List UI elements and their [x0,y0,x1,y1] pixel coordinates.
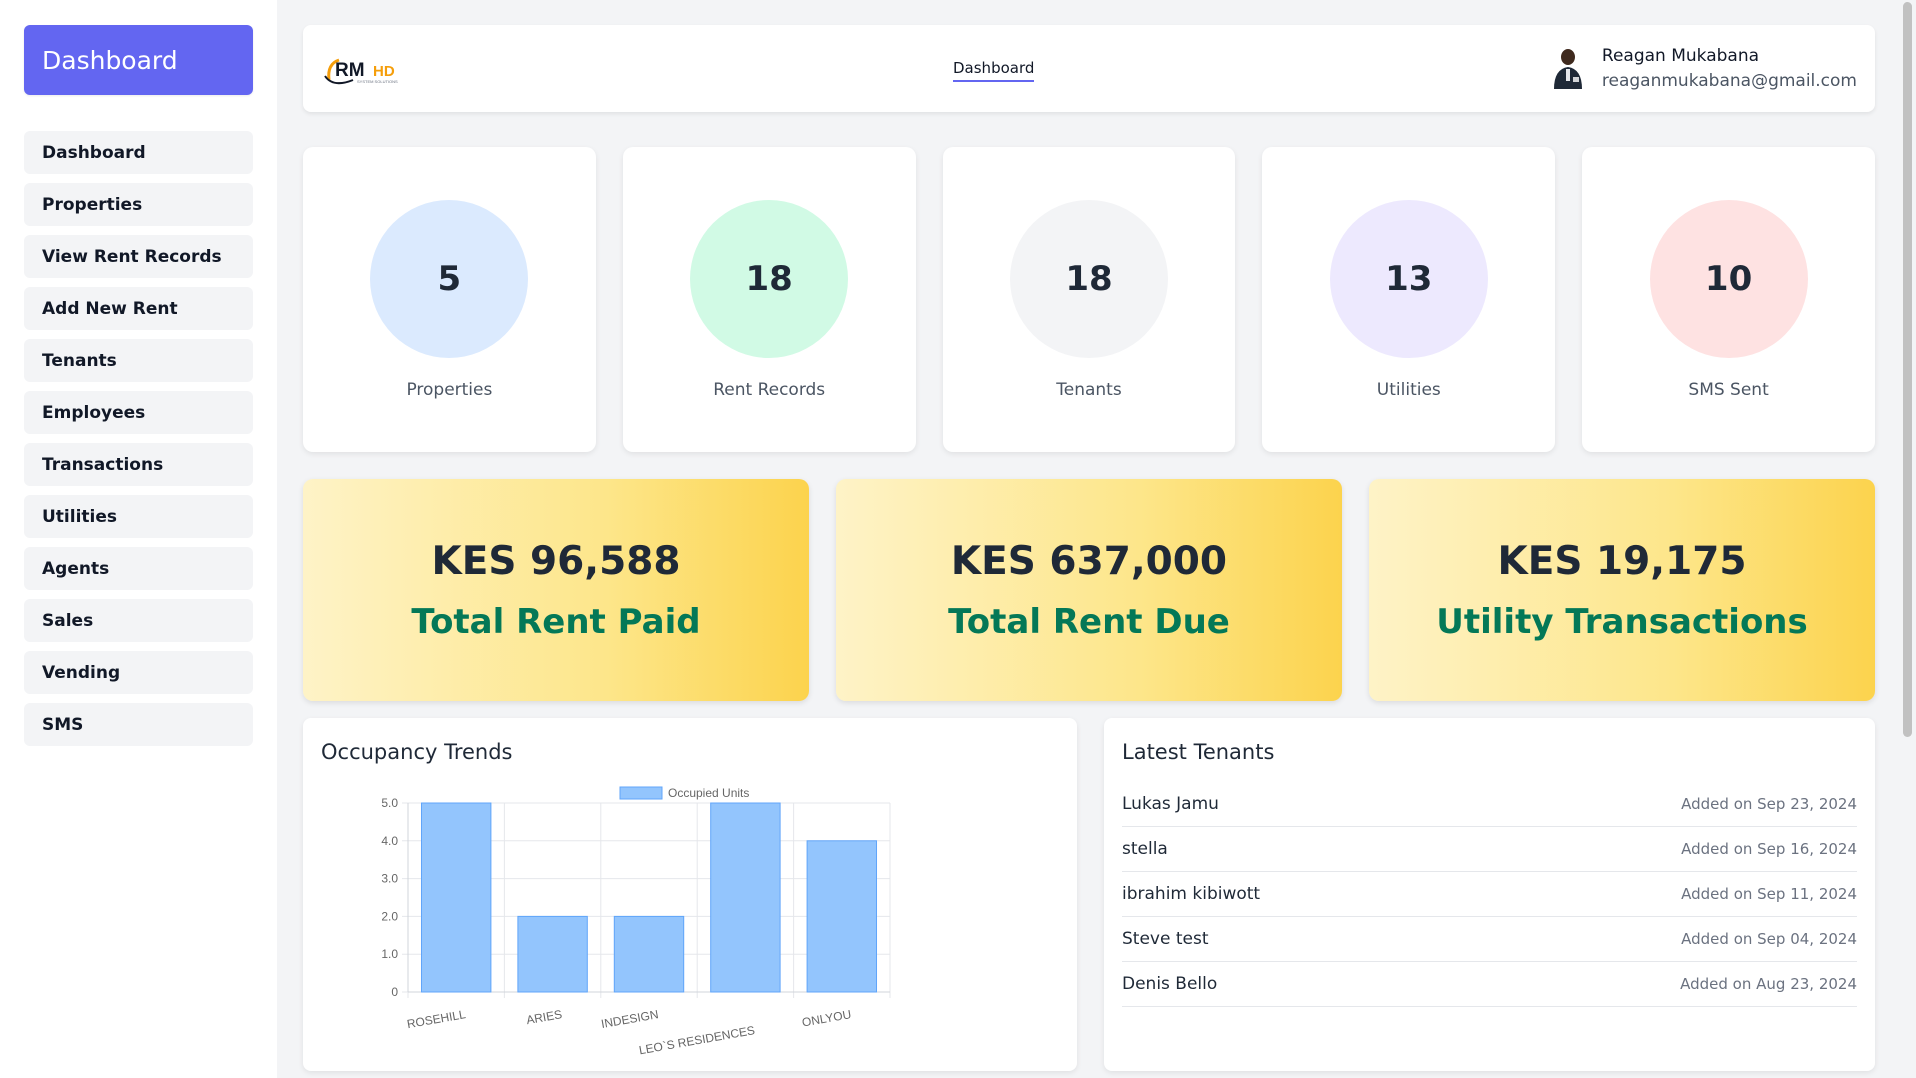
stat-card-utilities[interactable]: 13 Utilities [1262,147,1556,452]
sidebar-item-add-new-rent[interactable]: Add New Rent [24,287,253,330]
sidebar-item-sms[interactable]: SMS [24,703,253,746]
logo-subtext: SYSTEM SOLUTIONS [357,79,398,84]
tenant-date: Added on Aug 23, 2024 [1680,975,1857,993]
stat-circle: 10 [1649,200,1808,358]
stats-row: 5 Properties 18 Rent Records 18 Tenants … [303,147,1875,452]
sidebar-item-properties[interactable]: Properties [24,183,253,226]
list-item[interactable]: stella Added on Sep 16, 2024 [1122,827,1857,872]
top-bar: RM HD SYSTEM SOLUTIONS Dashboard Reagan … [303,25,1875,112]
latest-tenants-card: Latest Tenants Lukas Jamu Added on Sep 2… [1104,718,1875,1071]
sidebar-item-tenants[interactable]: Tenants [24,339,253,382]
legend-label: Occupied Units [668,786,749,800]
stat-circle: 18 [690,200,849,358]
sidebar-nav: Dashboard Properties View Rent Records A… [24,131,253,746]
money-amount: KES 96,588 [431,538,681,584]
stat-label: SMS Sent [1688,380,1769,400]
user-name: Reagan Mukabana [1601,45,1760,66]
tenant-list: Lukas Jamu Added on Sep 23, 2024 stella … [1122,782,1857,1007]
sidebar-item-vending[interactable]: Vending [24,651,253,694]
stat-circle: 13 [1329,200,1488,358]
stat-label: Utilities [1376,380,1441,400]
nav-link-dashboard[interactable]: Dashboard [953,59,1035,82]
tenant-date: Added on Sep 04, 2024 [1681,930,1857,948]
list-item[interactable]: ibrahim kibiwott Added on Sep 11, 2024 [1122,872,1857,917]
list-item[interactable]: Lukas Jamu Added on Sep 23, 2024 [1122,782,1857,827]
tenant-name: ibrahim kibiwott [1122,884,1261,904]
sidebar-item-view-rent-records[interactable]: View Rent Records [24,235,253,278]
tenant-name: Steve test [1122,929,1209,949]
money-label: Total Rent Paid [411,601,701,642]
company-logo[interactable]: RM HD SYSTEM SOLUTIONS [323,50,413,90]
stat-card-rent-records[interactable]: 18 Rent Records [622,147,916,452]
occupancy-trends-card: Occupancy Trends 0 1.0 2.0 3.0 4.0 5.0 ROSEHIL… [303,718,1077,1071]
list-item[interactable]: Denis Bello Added on Aug 23, 2024 [1122,962,1857,1007]
card-title: Latest Tenants [1122,740,1275,764]
logo-text-accent: HD [373,63,395,80]
stat-label: Properties [406,380,493,400]
sidebar-item-agents[interactable]: Agents [24,547,253,590]
user-email: reaganmukabana@gmail.com [1601,70,1857,91]
list-item[interactable]: Steve test Added on Sep 04, 2024 [1122,917,1857,962]
y-tick-label: 4.0 [381,834,398,848]
tenant-date: Added on Sep 16, 2024 [1681,840,1857,858]
x-tick-label: LEO`S RESIDENCES [638,1023,756,1057]
sidebar-item-utilities[interactable]: Utilities [24,495,253,538]
tenant-name: Lukas Jamu [1122,794,1219,814]
stat-label: Rent Records [713,380,826,400]
user-profile[interactable]: Reagan Mukabana reaganmukabana@gmail.com [1548,45,1857,91]
chart-bar [613,915,685,993]
x-tick-label: INDESIGN [600,1007,660,1031]
stat-label: Tenants [1056,380,1122,400]
money-amount: KES 19,175 [1497,538,1747,584]
tenant-name: stella [1122,839,1168,859]
sidebar-item-transactions[interactable]: Transactions [24,443,253,486]
total-rent-due-card: KES 637,000 Total Rent Due [836,479,1342,701]
scrollbar-thumb[interactable] [1903,2,1912,737]
page-scrollbar[interactable] [1902,0,1914,1078]
chart-bar [517,915,588,993]
stat-card-properties[interactable]: 5 Properties [303,147,596,452]
stat-circle: 5 [370,200,529,358]
y-tick-label: 1.0 [381,947,398,961]
sidebar-brand[interactable]: Dashboard [24,25,253,95]
money-label: Total Rent Due [948,601,1230,642]
stat-circle: 18 [1009,200,1168,358]
chart-bar [806,840,878,993]
x-tick-label: ROSEHILL [406,1007,467,1031]
tenant-date: Added on Sep 23, 2024 [1681,795,1857,813]
chart-bar [420,802,492,993]
money-amount: KES 637,000 [950,538,1228,584]
stat-card-sms-sent[interactable]: 10 SMS Sent [1582,147,1875,452]
stat-card-tenants[interactable]: 18 Tenants [942,147,1236,452]
tenant-name: Denis Bello [1122,974,1218,994]
x-tick-label: ONLYOU [801,1007,852,1029]
y-tick-label: 0 [391,985,398,999]
tenant-date: Added on Sep 11, 2024 [1681,885,1857,903]
occupancy-chart: 0 1.0 2.0 3.0 4.0 5.0 ROSEHILL ARIES INDESIGNLEO… [381,786,891,1057]
y-tick-label: 3.0 [381,872,398,886]
sidebar-item-employees[interactable]: Employees [24,391,253,434]
bottom-row: Occupancy Trends 0 1.0 2.0 3.0 4.0 5.0 ROSEHIL… [303,718,1875,1071]
y-tick-label: 2.0 [381,909,398,923]
finance-row: KES 96,588 Total Rent Paid KES 637,000 T… [303,479,1875,701]
x-tick-label: ARIES [525,1007,563,1027]
sidebar-item-sales[interactable]: Sales [24,599,253,642]
main-content: RM HD SYSTEM SOLUTIONS Dashboard Reagan … [303,25,1875,1071]
chart-bar [710,802,781,993]
utility-transactions-card: KES 19,175 Utility Transactions [1369,479,1875,701]
avatar [1553,49,1582,89]
legend-swatch [619,786,663,800]
y-tick-label: 5.0 [381,796,398,810]
money-label: Utility Transactions [1436,601,1808,642]
logo-text: RM [335,60,365,81]
sidebar: Dashboard Dashboard Properties View Rent… [0,0,277,1078]
total-rent-paid-card: KES 96,588 Total Rent Paid [303,479,809,701]
sidebar-item-dashboard[interactable]: Dashboard [24,131,253,174]
